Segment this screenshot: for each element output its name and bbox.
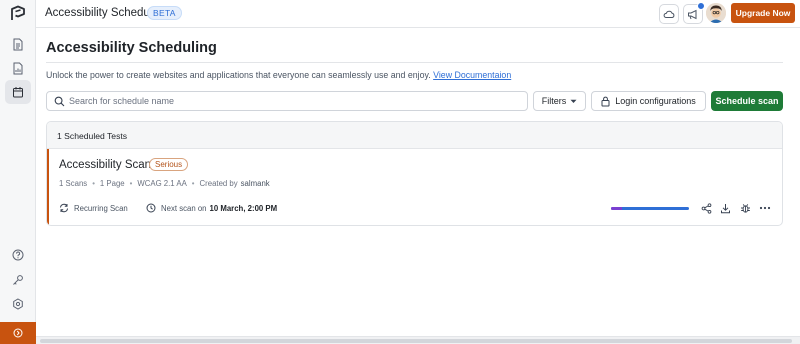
upgrade-button[interactable]: Upgrade Now [731,3,795,23]
page-title: Accessibility Scheduling [46,40,217,56]
document-icon [13,38,23,50]
search-icon [54,96,65,107]
nav-help[interactable] [5,243,31,267]
more-icon [759,206,771,210]
cloud-button[interactable] [659,4,679,24]
cloud-icon [663,10,675,18]
login-configurations-button[interactable]: Login configurations [591,91,706,111]
app-root: Accessibility Scheduling BETA Upgrade No… [0,0,800,344]
next-scan-date: 10 March, 2:00 PM [209,203,278,213]
notification-dot [697,2,705,10]
nav-settings[interactable] [5,292,31,316]
schedule-scan-button[interactable]: Schedule scan [711,91,783,111]
wcag-standard: WCAG 2.1 AA [137,179,187,188]
collapse-sidebar-button[interactable] [0,322,36,344]
report-icon [13,62,23,74]
search-input[interactable] [69,94,519,108]
filters-label: Filters [541,96,567,106]
help-icon [12,249,24,261]
login-configurations-label: Login configurations [615,96,696,106]
view-documentation-link[interactable]: View Documentaion [433,70,511,80]
intro-description: Unlock the power to create websites and … [46,70,431,80]
schedule-card[interactable]: Accessibility Scans Serious 1 Scans • 1 … [47,149,782,225]
scheduled-tests-panel: 1 Scheduled Tests Accessibility Scans Se… [46,121,783,226]
nav-reports[interactable] [5,56,31,80]
key-icon [13,275,23,285]
scan-count: 1 Scans [59,179,88,188]
created-by-label: Created by [199,179,238,188]
share-button[interactable] [699,201,713,215]
bug-report-button[interactable] [738,201,752,215]
scan-progress-bar [611,207,689,210]
creator-name: salmank [240,179,270,188]
next-scan-label: Next scan on [161,203,207,213]
recurring-label: Recurring Scan [74,203,128,213]
horizontal-scrollbar[interactable] [36,336,800,344]
beta-badge: BETA [147,6,182,20]
severity-badge: Serious [149,158,189,171]
title-divider [46,62,783,63]
lock-icon [601,96,610,106]
intro-text: Unlock the power to create websites and … [46,70,511,80]
left-sidebar [0,0,36,344]
recurring-scan: Recurring Scan [59,203,128,213]
share-icon [701,202,711,214]
nav-keys[interactable] [5,268,31,292]
scheduled-tests-count: 1 Scheduled Tests [57,131,128,141]
avatar[interactable] [706,3,726,23]
app-logo-icon[interactable] [9,5,27,23]
panel-header: 1 Scheduled Tests [47,122,782,149]
schedule-meta: 1 Scans • 1 Page • WCAG 2.1 AA • Created… [59,179,270,188]
next-scan: Next scan on 10 March, 2:00 PM [146,203,277,213]
filters-dropdown[interactable]: Filters [533,91,586,111]
bug-icon [740,203,750,213]
download-button[interactable] [718,201,732,215]
nav-scheduling[interactable] [5,80,31,104]
page-count: 1 Page [99,179,125,188]
search-box[interactable] [46,91,528,111]
more-options-button[interactable] [758,201,772,215]
chevron-down-icon [570,99,577,103]
scrollbar-thumb[interactable] [40,339,792,343]
settings-icon [13,298,23,310]
schedule-title[interactable]: Accessibility Scans [59,159,157,171]
nav-dashboard[interactable] [5,32,31,56]
collapse-icon [13,328,23,338]
clock-icon [146,203,156,213]
calendar-icon [13,87,23,98]
user-avatar-icon [706,3,726,23]
download-icon [720,203,730,213]
meta-separator: • [191,179,195,188]
repeat-icon [60,203,68,213]
meta-separator: • [129,179,133,188]
meta-separator: • [92,179,95,188]
progress-fill [611,207,622,210]
megaphone-icon [688,9,697,19]
